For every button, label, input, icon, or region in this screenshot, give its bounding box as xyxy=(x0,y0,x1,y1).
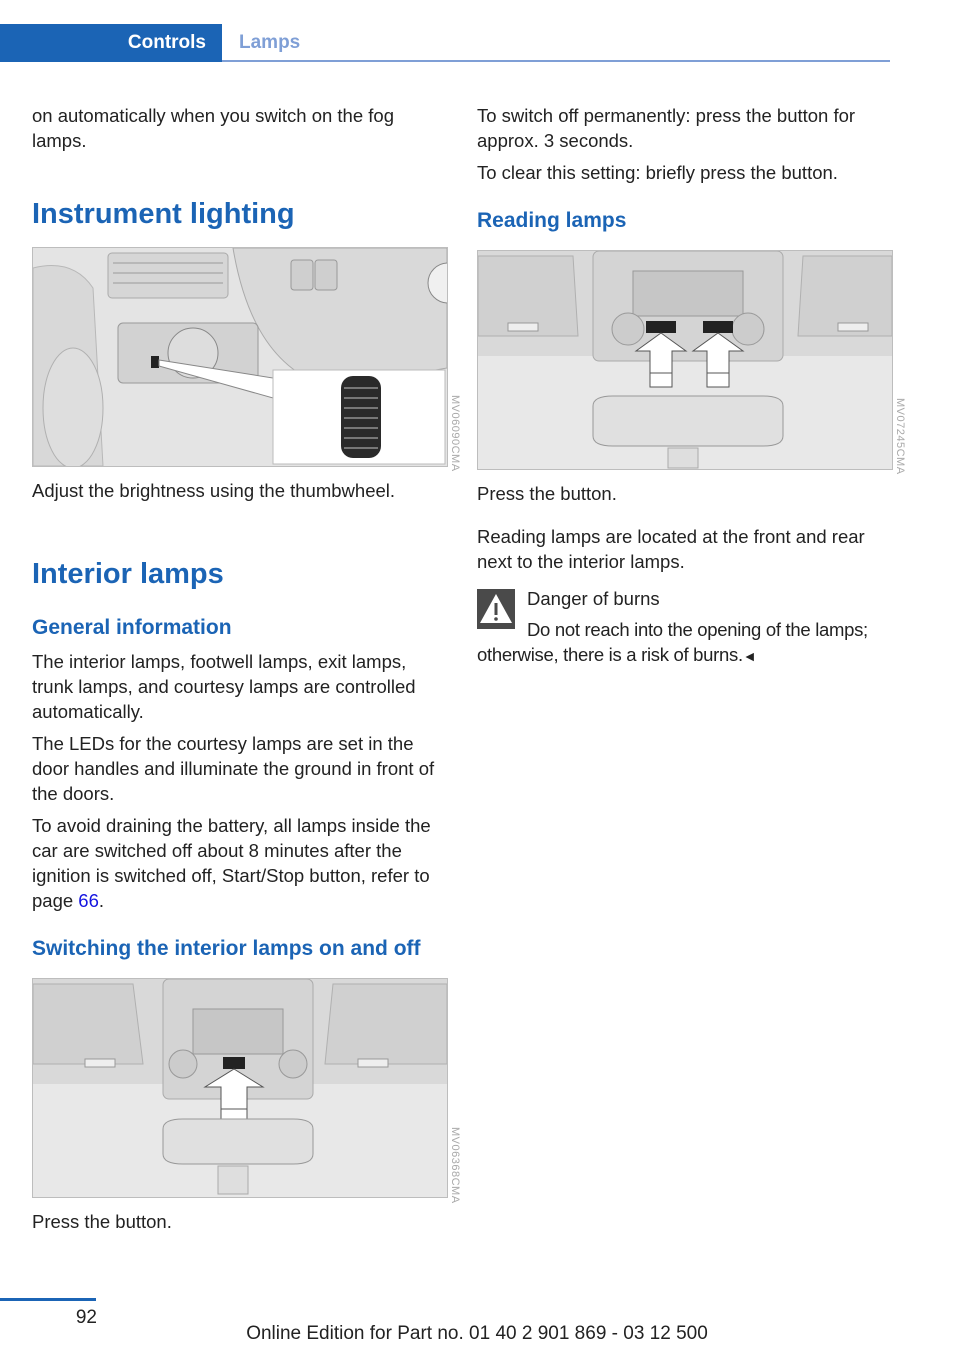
caption-switching: Press the button. xyxy=(32,1211,172,1232)
warning-title: Danger of burns xyxy=(527,588,660,609)
header-divider xyxy=(222,60,890,62)
paragraph-battery: To avoid draining the battery, all lamps… xyxy=(32,813,447,913)
header-section-controls[interactable]: Controls xyxy=(0,24,206,62)
footer-divider xyxy=(0,1298,96,1301)
paragraph-reading-location: Reading lamps are located at the front a… xyxy=(477,526,865,572)
figure-code-reading: MV07245CMA xyxy=(894,398,906,475)
figure-reading-lamps xyxy=(477,250,893,470)
overhead-console-illustration xyxy=(33,979,447,1197)
heading-reading-lamps: Reading lamps xyxy=(477,209,627,232)
page-66-link[interactable]: 66 xyxy=(78,890,99,911)
edition-info: Online Edition for Part no. 01 40 2 901 … xyxy=(246,1323,708,1344)
warning-body: Do not reach into the opening of the lam… xyxy=(477,617,897,669)
end-mark-icon: ◄ xyxy=(742,648,757,664)
warning-body-text: Do not reach into the opening of the lam… xyxy=(477,619,868,665)
heading-switching-interior-lamps: Switching the interior lamps on and off xyxy=(32,937,421,960)
header-subsection-lamps[interactable]: Lamps xyxy=(239,24,300,62)
figure-code-instrument: MV06090CMA xyxy=(449,395,461,472)
dashboard-illustration xyxy=(33,248,447,466)
paragraph-courtesy-leds: The LEDs for the courtesy lamps are set … xyxy=(32,733,435,804)
paragraph-switch-off-permanently: To switch off permanently: press the but… xyxy=(477,105,856,151)
heading-instrument-lighting: Instrument lighting xyxy=(32,198,295,230)
figure-code-switching: MV06368CMA xyxy=(449,1127,461,1204)
caption-reading-lamps: Press the button. xyxy=(477,483,617,504)
intro-text: on automatically when you switch on the … xyxy=(32,105,394,151)
figure-interior-lamp-button xyxy=(32,978,448,1198)
reading-lamp-illustration xyxy=(478,251,892,469)
paragraph-clear-setting: To clear this setting: briefly press the… xyxy=(477,162,838,183)
paragraph-interior-controlled: The interior lamps, footwell lamps, exit… xyxy=(32,651,416,722)
heading-interior-lamps: Interior lamps xyxy=(32,558,224,590)
caption-instrument-lighting: Adjust the brightness using the thumbwhe… xyxy=(32,480,396,501)
heading-general-information: General information xyxy=(32,616,232,639)
figure-instrument-lighting xyxy=(32,247,448,467)
battery-text-end: . xyxy=(98,890,105,911)
